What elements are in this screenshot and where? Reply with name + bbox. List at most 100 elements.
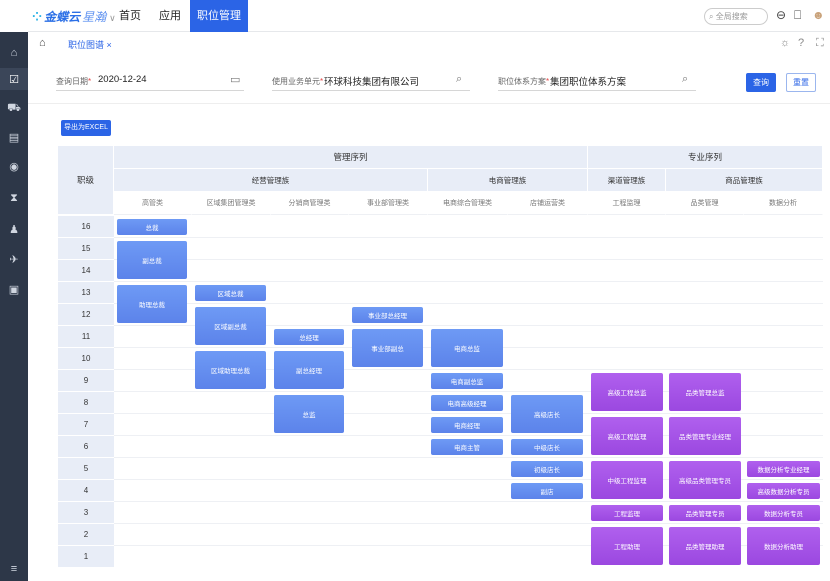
position-cell[interactable]: 数据分析专员 (747, 505, 820, 521)
checklist-icon[interactable]: ☑ (0, 68, 28, 90)
level-row-label: 14 (58, 260, 114, 282)
query-date-input[interactable]: 2020-12-24 (98, 74, 147, 85)
export-excel-button[interactable]: 导出为EXCEL (61, 120, 111, 136)
search-icon[interactable]: ⌕ (456, 73, 462, 86)
position-cell[interactable]: 品类管理助理 (669, 527, 741, 565)
level-row-label: 10 (58, 348, 114, 370)
category-header: 分销商管理类 (271, 192, 349, 215)
position-cell[interactable]: 总监 (274, 395, 344, 433)
position-cell[interactable]: 区域副总裁 (195, 307, 266, 345)
logo-sub: 星瀚 (82, 10, 107, 24)
position-cell[interactable]: 高级品类管理专员 (669, 461, 741, 499)
sidebar: ⌂ ☑ ⛟ ▤ ◉ ⧗ ♟ ✈ ▣ ≡ (0, 0, 28, 581)
plane-icon[interactable]: ✈ (0, 248, 28, 270)
position-cell[interactable]: 电商主管 (431, 439, 503, 455)
tab-position-map[interactable]: 职位图谱 × (68, 38, 112, 51)
category-header: 店铺运营类 (508, 192, 588, 215)
minus-circle-icon[interactable]: ⊖ (776, 8, 786, 22)
position-cell[interactable]: 品类管理专员 (669, 505, 741, 521)
search-placeholder: 全局搜索 (715, 12, 748, 21)
category-header: 工程监理 (588, 192, 666, 215)
collapse-icon[interactable]: ≡ (0, 558, 28, 580)
calendar-icon[interactable]: ▤ (0, 126, 28, 148)
radar-icon[interactable]: ◉ (0, 155, 28, 177)
position-cell[interactable]: 高级工程总监 (591, 373, 663, 411)
position-cell[interactable]: 数据分析助理 (747, 527, 820, 565)
position-cell[interactable]: 品类管理专业经理 (669, 417, 741, 455)
level-row-label: 15 (58, 238, 114, 260)
position-cell[interactable]: 中级工程监理 (591, 461, 663, 499)
global-search[interactable]: ⌕ 全局搜索 (704, 8, 768, 25)
level-row-label: 12 (58, 304, 114, 326)
tab-bar: ⌂ 职位图谱 × ☼ ? ⛶ (28, 32, 830, 56)
family-operations: 经营管理族 (114, 169, 428, 192)
sequence-professional: 专业序列 (588, 146, 823, 169)
level-row-label: 9 (58, 370, 114, 392)
level-row-label: 11 (58, 326, 114, 348)
home-icon[interactable]: ⌂ (0, 42, 28, 64)
position-cell[interactable]: 区域助理总裁 (195, 351, 266, 389)
position-cell[interactable]: 品类管理总监 (669, 373, 741, 411)
position-cell[interactable]: 工程监理 (591, 505, 663, 521)
position-cell[interactable]: 区域总裁 (195, 285, 266, 301)
bookmark-icon[interactable]: ⎕ (794, 8, 801, 23)
position-cell[interactable]: 电商总监 (431, 329, 503, 367)
position-cell[interactable]: 事业部副总 (352, 329, 423, 367)
position-cell[interactable]: 高级店长 (511, 395, 583, 433)
category-header: 电商综合管理类 (428, 192, 508, 215)
position-cell[interactable]: 高级数据分析专员 (747, 483, 820, 499)
person-icon[interactable]: ♟ (0, 218, 28, 240)
category-header: 数据分析 (744, 192, 823, 215)
position-cell[interactable]: 电商高级经理 (431, 395, 503, 411)
divider (498, 90, 696, 91)
help-icon[interactable]: ? (798, 37, 804, 49)
nav-position-management[interactable]: 职位管理 (190, 0, 248, 32)
family-merchandise: 商品管理族 (666, 169, 823, 192)
hourglass-icon[interactable]: ⧗ (0, 187, 28, 209)
category-header: 事业部管理类 (349, 192, 428, 215)
level-row-label: 7 (58, 414, 114, 436)
position-cell[interactable]: 电商经理 (431, 417, 503, 433)
search-icon: ⌕ (709, 12, 714, 21)
category-header: 高管类 (114, 192, 192, 215)
clipboard-icon[interactable]: ▣ (0, 278, 28, 300)
level-row-label: 4 (58, 480, 114, 502)
position-cell[interactable]: 总裁 (117, 219, 187, 235)
position-grid: 职级 管理序列 专业序列 经营管理族 电商管理族 渠道管理族 商品管理族 高管类… (58, 146, 823, 576)
nav-home[interactable]: 首页 (112, 0, 148, 32)
level-row-label: 16 (58, 216, 114, 238)
calendar-icon[interactable]: ▭ (230, 73, 240, 86)
search-icon[interactable]: ⌕ (682, 73, 688, 86)
position-cell[interactable]: 副店 (511, 483, 583, 499)
position-cell[interactable]: 工程助理 (591, 527, 663, 565)
category-header: 区域集团管理类 (192, 192, 271, 215)
level-row-label: 8 (58, 392, 114, 414)
fullscreen-icon[interactable]: ⛶ (816, 37, 824, 50)
avatar[interactable]: ☻ (812, 8, 825, 22)
position-cell[interactable]: 副总裁 (117, 241, 187, 279)
reset-button[interactable]: 重置 (786, 73, 816, 92)
position-cell[interactable]: 事业部总经理 (352, 307, 423, 323)
settings-icon[interactable]: ☼ (780, 37, 790, 49)
business-unit-label: 使用业务单元* (272, 77, 324, 86)
divider (272, 90, 470, 91)
position-scheme-input[interactable]: 集团职位体系方案 (550, 74, 626, 88)
divider (56, 90, 244, 91)
position-cell[interactable]: 中级店长 (511, 439, 583, 455)
level-row-label: 2 (58, 524, 114, 546)
position-cell[interactable]: 高级工程监理 (591, 417, 663, 455)
position-cell[interactable]: 电商副总监 (431, 373, 503, 389)
query-button[interactable]: 查询 (746, 73, 776, 92)
position-cell[interactable]: 总经理 (274, 329, 344, 345)
home-tab-icon[interactable]: ⌂ (39, 37, 46, 49)
nav-apps[interactable]: 应用 (152, 0, 188, 32)
position-cell[interactable]: 初级店长 (511, 461, 583, 477)
business-unit-input[interactable]: 环球科技集团有限公司 (324, 74, 419, 88)
app-logo[interactable]: ⁘ 金蝶云 星瀚 ∨ (32, 8, 116, 25)
position-cell[interactable]: 副总经理 (274, 351, 344, 389)
row-divider (114, 303, 823, 304)
position-cell[interactable]: 数据分析专业经理 (747, 461, 820, 477)
cart-icon[interactable]: ⛟ (0, 98, 28, 120)
position-cell[interactable]: 助理总裁 (117, 285, 187, 323)
level-row-label: 1 (58, 546, 114, 568)
